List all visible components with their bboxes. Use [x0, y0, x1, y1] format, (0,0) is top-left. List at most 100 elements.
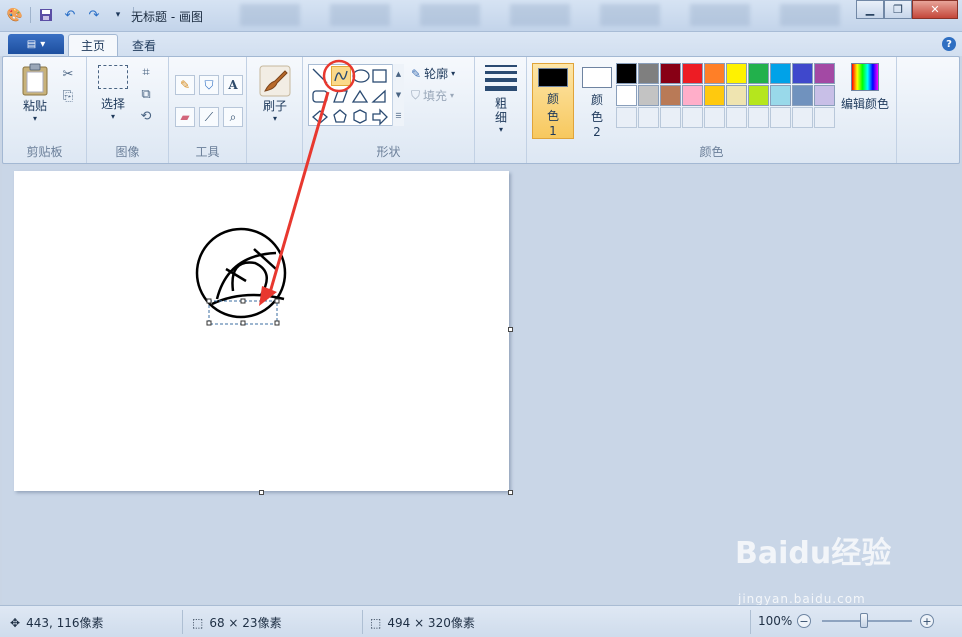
palette-swatch[interactable] — [616, 85, 637, 106]
curve-shape-button[interactable] — [331, 66, 351, 86]
palette-custom-slot[interactable] — [792, 107, 813, 128]
customize-qat-icon[interactable]: ▾ — [109, 6, 127, 24]
palette-swatch[interactable] — [704, 85, 725, 106]
paint-app-icon[interactable]: 🎨 — [6, 6, 24, 24]
palette-swatch[interactable] — [638, 85, 659, 106]
magnifier-icon[interactable]: ⌕ — [223, 107, 243, 127]
tab-home[interactable]: 主页 — [68, 34, 119, 56]
app-menu-button[interactable]: ▤ ▾ — [8, 34, 64, 54]
color1-button[interactable]: 颜色 1 — [532, 63, 574, 139]
window-title: 无标题 - 画图 — [131, 10, 203, 24]
palette-swatch[interactable] — [660, 85, 681, 106]
zoom-level: 100% — [758, 614, 793, 628]
palette-swatch[interactable] — [726, 85, 747, 106]
palette-custom-slot[interactable] — [726, 107, 747, 128]
minimize-button[interactable]: ▁ — [856, 0, 884, 19]
canvas-resize-handle-corner[interactable] — [508, 490, 513, 495]
palette-swatch[interactable] — [682, 63, 703, 84]
edit-colors-label: 编辑颜色 — [840, 97, 889, 111]
palette-swatch[interactable] — [704, 63, 725, 84]
selection-rect-icon — [98, 65, 128, 89]
zoom-slider-thumb[interactable] — [860, 613, 868, 628]
tab-view[interactable]: 查看 — [120, 34, 168, 56]
shapes-scrollbar[interactable]: ▲ ▼ ☰ — [392, 64, 404, 126]
palette-swatch[interactable] — [682, 85, 703, 106]
canvas-resize-handle-bottom[interactable] — [259, 490, 264, 495]
group-colors: 颜色 1 颜色 2 编辑颜色 颜色 — [527, 57, 897, 163]
selection-size-icon: ⬚ — [192, 615, 204, 630]
palette-swatch[interactable] — [748, 63, 769, 84]
palette-custom-slot[interactable] — [638, 107, 659, 128]
group-label-tools: 工具 — [195, 145, 220, 159]
palette-swatch[interactable] — [792, 85, 813, 106]
crop-icon[interactable]: ⌗ — [137, 63, 155, 81]
palette-custom-slot[interactable] — [814, 107, 835, 128]
palette-custom-slot[interactable] — [748, 107, 769, 128]
eraser-icon[interactable]: ▰ — [175, 107, 195, 127]
palette-custom-slot[interactable] — [616, 107, 637, 128]
paste-label: 粘贴 — [22, 99, 47, 113]
curve-icon — [334, 70, 348, 82]
color2-swatch — [582, 67, 612, 88]
brushes-button[interactable]: 刷子 ▾ — [255, 65, 295, 123]
palette-custom-slot[interactable] — [682, 107, 703, 128]
fill-bucket-icon[interactable]: ⛉ — [199, 75, 219, 95]
text-icon[interactable]: A — [223, 75, 243, 95]
zoom-out-button[interactable]: − — [797, 614, 811, 628]
outline-dropdown[interactable]: ✎ 轮廓 ▾ — [411, 65, 455, 82]
title-bar: 🎨 ↶ ↷ ▾ 无标题 - 画图 ▁ ❐ ✕ — [0, 0, 962, 32]
group-image: 选择 ▾ ⌗ ⧉ ⟲ 图像 — [87, 57, 169, 163]
chevron-down-icon: ▾ — [498, 125, 503, 134]
palette-swatch[interactable] — [814, 85, 835, 106]
group-label-image: 图像 — [115, 145, 140, 159]
chevron-down-icon: ▾ — [40, 38, 46, 50]
qat-separator — [30, 7, 31, 23]
chevron-down-icon: ▾ — [110, 112, 115, 121]
cut-icon[interactable]: ✂ — [59, 65, 77, 83]
palette-swatch[interactable] — [638, 63, 659, 84]
maximize-button[interactable]: ❐ — [884, 0, 912, 19]
palette-swatch[interactable] — [770, 63, 791, 84]
zoom-in-button[interactable]: + — [920, 614, 934, 628]
image-size-text: 494 × 320像素 — [387, 616, 475, 630]
color1-label: 颜色 1 — [546, 92, 559, 138]
cursor-move-icon: ✥ — [10, 615, 21, 630]
fill-dropdown[interactable]: ⛉ 填充 ▾ — [411, 87, 454, 104]
chevron-down-icon: ▾ — [272, 114, 277, 123]
palette-swatch[interactable] — [814, 63, 835, 84]
palette-swatch[interactable] — [770, 85, 791, 106]
color-picker-icon[interactable]: ⟋ — [199, 107, 219, 127]
size-label: 粗细 — [493, 97, 508, 125]
copy-icon[interactable]: ⎘ — [59, 87, 77, 105]
resize-icon[interactable]: ⧉ — [137, 85, 155, 103]
palette-swatch[interactable] — [660, 63, 681, 84]
image-size-icon: ⬚ — [370, 615, 382, 630]
palette-swatch[interactable] — [748, 85, 769, 106]
clipboard-icon — [22, 63, 48, 96]
canvas-resize-handle-right[interactable] — [508, 327, 513, 332]
palette-swatch[interactable] — [792, 63, 813, 84]
help-icon[interactable]: ? — [942, 37, 956, 51]
palette-custom-slot[interactable] — [660, 107, 681, 128]
pencil-icon[interactable]: ✎ — [175, 75, 195, 95]
save-icon[interactable] — [37, 6, 55, 24]
color2-button[interactable]: 颜色 2 — [576, 63, 618, 139]
undo-icon[interactable]: ↶ — [61, 6, 79, 24]
palette-custom-slot[interactable] — [770, 107, 791, 128]
close-button[interactable]: ✕ — [912, 0, 958, 19]
watermark-url: jingyan.baidu.com — [738, 592, 866, 606]
group-tools: ✎ ⛉ A ▰ ⟋ ⌕ 工具 — [169, 57, 247, 163]
group-clipboard: 粘贴 ▾ ✂ ⎘ 剪贴板 — [3, 57, 87, 163]
color2-label: 颜色 2 — [590, 93, 603, 139]
drawing-canvas[interactable] — [14, 171, 509, 491]
palette-custom-slot[interactable] — [704, 107, 725, 128]
edit-colors-button[interactable]: 编辑颜色 — [837, 63, 893, 112]
redo-icon[interactable]: ↷ — [85, 6, 103, 24]
select-button[interactable]: 选择 ▾ — [93, 65, 133, 121]
group-label-colors: 颜色 — [699, 145, 724, 159]
rotate-icon[interactable]: ⟲ — [137, 107, 155, 125]
palette-swatch[interactable] — [616, 63, 637, 84]
palette-swatch[interactable] — [726, 63, 747, 84]
paste-button[interactable]: 粘贴 ▾ — [15, 63, 55, 123]
size-button[interactable]: 粗细 ▾ — [481, 65, 521, 134]
